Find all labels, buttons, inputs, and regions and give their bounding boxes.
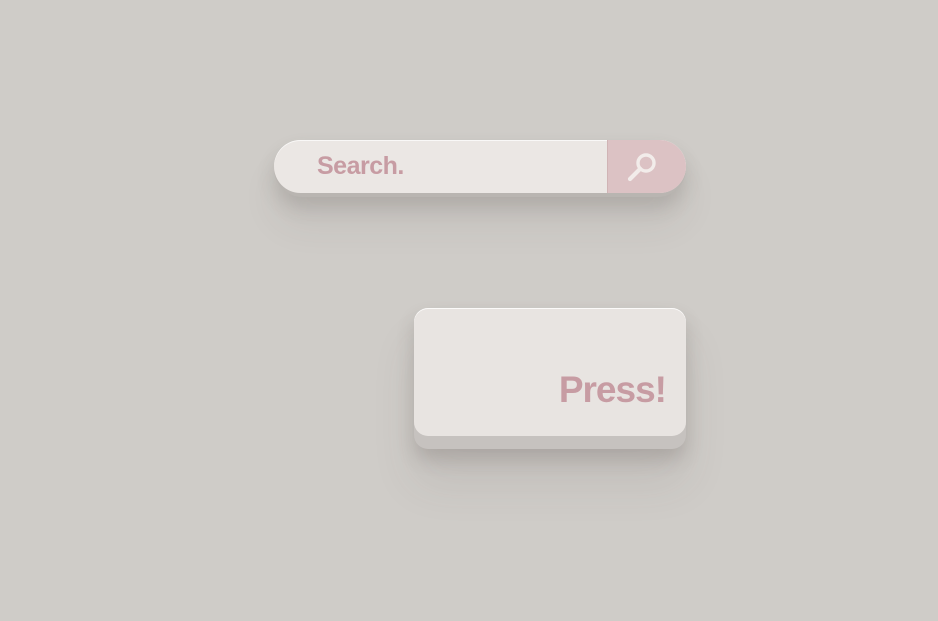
search-icon [627, 153, 656, 182]
search-bar [274, 140, 686, 197]
press-button[interactable]: Press! [414, 308, 686, 436]
press-button-base: Press! [414, 308, 686, 449]
search-input[interactable] [274, 140, 607, 193]
search-bar-face [274, 140, 686, 193]
press-button-label: Press! [558, 369, 667, 410]
search-button[interactable] [607, 140, 686, 193]
